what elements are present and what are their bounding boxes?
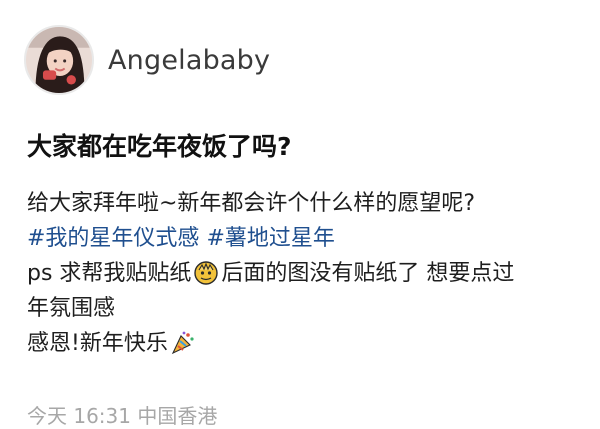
body-line-5: 感恩!新年快乐 [27, 326, 587, 361]
avatar-photo-icon [26, 27, 92, 93]
body-line-4: 年氛围感 [27, 296, 116, 321]
dragon-emoji-icon [194, 261, 219, 285]
party-popper-icon [171, 331, 194, 355]
hashtag-link-1[interactable]: #我的星年仪式感 [27, 226, 199, 251]
post-body: 给大家拜年啦~新年都会许个什么样的愿望呢? #我的星年仪式感 #薯地过星年 ps… [27, 186, 587, 361]
post-title: 大家都在吃年夜饭了吗? [27, 132, 292, 161]
hashtag-line: #我的星年仪式感 #薯地过星年 [27, 221, 587, 256]
hashtag-link-2[interactable]: #薯地过星年 [206, 226, 334, 251]
body-line-5-text: 感恩!新年快乐 [27, 331, 168, 356]
body-line-3-prefix: ps 求帮我贴贴纸 [27, 261, 192, 286]
body-line-3-suffix: 后面的图没有贴纸了 想要点过 [221, 261, 515, 286]
post-meta: 今天 16:31 中国香港 [27, 404, 218, 428]
body-line-1: 给大家拜年啦~新年都会许个什么样的愿望呢? [27, 191, 476, 216]
avatar[interactable] [24, 25, 94, 95]
post-card: Angelababy 大家都在吃年夜饭了吗? 给大家拜年啦~新年都会许个什么样的… [0, 0, 600, 428]
body-line-3: ps 求帮我贴贴纸 后面的图没有贴纸了 想要点过 [27, 256, 587, 291]
post-header: Angelababy [24, 24, 270, 96]
username[interactable]: Angelababy [108, 45, 270, 76]
